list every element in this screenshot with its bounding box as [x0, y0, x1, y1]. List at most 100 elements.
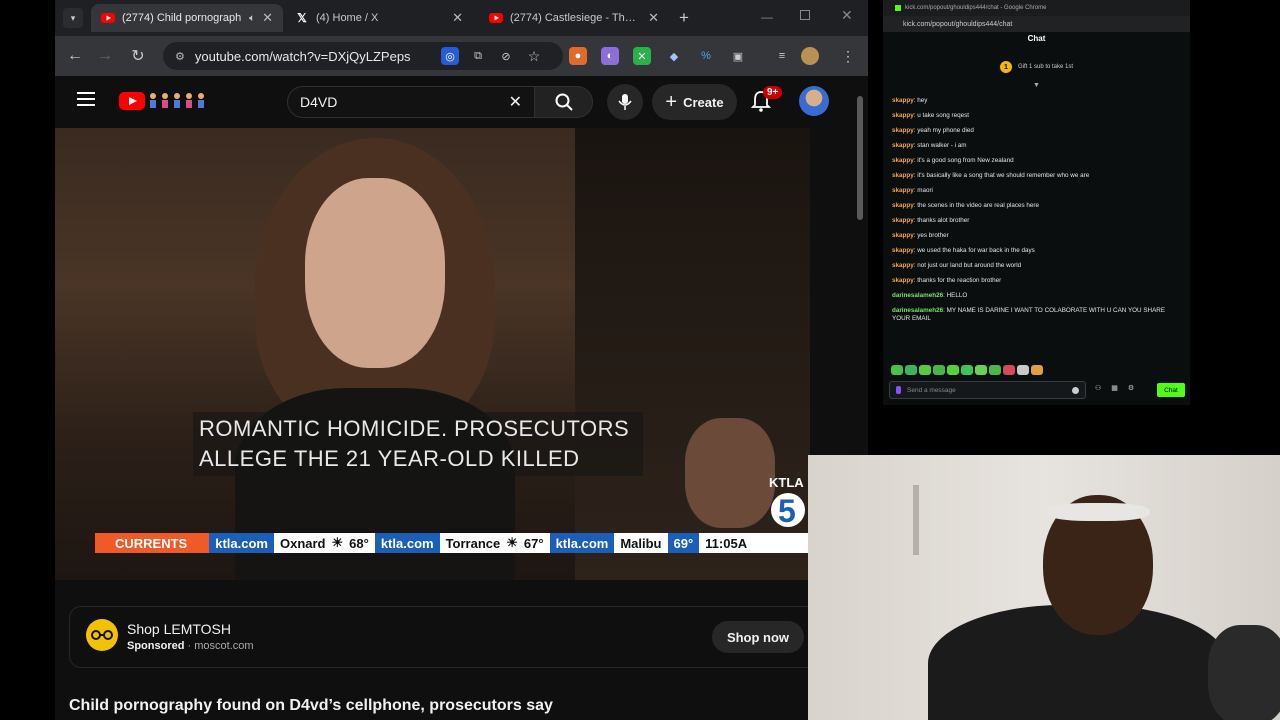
emote-icon[interactable] [947, 365, 959, 375]
chat-username[interactable]: skappy [892, 112, 914, 119]
chat-message: skappy: we used the haka for war back in… [892, 247, 1184, 255]
close-tab-icon[interactable]: ✕ [648, 10, 659, 26]
chat-username[interactable]: skappy [892, 262, 914, 269]
account-avatar[interactable] [799, 86, 829, 116]
emote-icon[interactable] [933, 365, 945, 375]
tab-title: (2774) Child pornograph [122, 12, 242, 24]
chat-text: thanks alot brother [917, 217, 970, 224]
news-ticker: CURRENTS ktla.com Oxnard ☀ 68° ktla.com … [95, 533, 810, 553]
translate-icon[interactable]: ◎ [441, 47, 459, 65]
chat-username[interactable]: skappy [892, 157, 914, 164]
chat-url-bar[interactable]: kick.com/popout/ghouldips444/chat [883, 16, 1190, 32]
chat-message: skappy: it's basically like a song that … [892, 172, 1184, 180]
search-input[interactable]: D4VD ✕ [287, 86, 535, 118]
chat-badge-icon [896, 386, 901, 394]
chevron-down-icon: ▾ [70, 12, 76, 23]
emote-icon[interactable] [989, 365, 1001, 375]
tab-castlesiege[interactable]: (2774) Castlesiege - The Co ✕ [479, 4, 669, 32]
chat-username[interactable]: skappy [892, 187, 914, 194]
cast-icon[interactable]: ⧉ [469, 47, 487, 65]
maximize-button[interactable] [800, 10, 810, 20]
media-queue-icon[interactable]: ≡ [773, 47, 791, 65]
close-window-button[interactable]: ✕ [841, 7, 853, 24]
youtube-logo[interactable] [119, 92, 208, 110]
blue-extension-icon[interactable]: % [697, 47, 715, 65]
voice-search-button[interactable] [607, 84, 643, 120]
forward-button[interactable]: → [95, 46, 115, 66]
shop-now-button[interactable]: Shop now [712, 621, 804, 653]
chat-url: kick.com/popout/ghouldips444/chat [903, 20, 1013, 28]
chat-username[interactable]: skappy [892, 277, 914, 284]
clear-search-icon[interactable]: ✕ [509, 92, 522, 112]
tab-title: (4) Home / X [316, 12, 379, 24]
url-text: youtube.com/watch?v=DXjQyLZPeps [194, 48, 411, 64]
tab-strip: ▾ (2774) Child pornograph 🔈︎ ✕ 𝕏 (4) Hom… [55, 0, 868, 36]
chat-message-input[interactable]: Send a message [889, 381, 1086, 399]
emote-icon[interactable] [975, 365, 987, 375]
tab-youtube-video[interactable]: (2774) Child pornograph 🔈︎ ✕ [91, 4, 283, 32]
close-tab-icon[interactable]: ✕ [262, 10, 273, 26]
eye-off-icon[interactable]: ⊘ [497, 47, 515, 65]
kebab-menu-icon[interactable]: ⋮ [839, 47, 857, 65]
close-tab-icon[interactable]: ✕ [452, 10, 463, 26]
chair-back [1208, 625, 1280, 720]
emote-icon[interactable] [905, 365, 917, 375]
search-button[interactable] [535, 86, 593, 118]
arrow-left-icon: ← [67, 47, 83, 64]
ad-meta: Sponsored · moscot.com [127, 640, 254, 652]
youtube-favicon-icon [489, 11, 503, 25]
profile-avatar-icon[interactable] [801, 47, 819, 65]
back-button[interactable]: ← [65, 46, 85, 66]
chat-text: not just our land but around the world [917, 262, 1022, 269]
sponsored-ad-card[interactable]: Shop LEMTOSH Sponsored · moscot.com Shop… [69, 606, 829, 668]
fox-extension-icon[interactable]: ● [569, 47, 587, 65]
chat-username[interactable]: skappy [892, 202, 914, 209]
chat-username[interactable]: skappy [892, 127, 914, 134]
ad-sponsored-label: Sponsored [127, 640, 185, 652]
shield-extension-icon[interactable]: ◆ [665, 47, 683, 65]
chat-username[interactable]: skappy [892, 142, 914, 149]
puzzle-icon[interactable]: ▣ [729, 47, 747, 65]
emote-icon[interactable] [919, 365, 931, 375]
browser-window: ▾ (2774) Child pornograph 🔈︎ ✕ 𝕏 (4) Hom… [55, 0, 868, 720]
settings-gear-icon[interactable]: ⚙ [1128, 384, 1134, 392]
chat-username[interactable]: skappy [892, 232, 914, 239]
emote-icon[interactable] [1003, 365, 1015, 375]
emote-icon[interactable] [961, 365, 973, 375]
tab-search-button[interactable]: ▾ [63, 8, 83, 28]
notifications-button[interactable]: 9+ [750, 86, 783, 114]
ktla-number: 5 [778, 493, 796, 529]
doodle-figures-icon [150, 93, 204, 108]
green-extension-icon[interactable]: ✕ [633, 47, 651, 65]
hamburger-menu-icon[interactable] [77, 92, 95, 106]
reload-button[interactable]: ↻ [128, 46, 148, 66]
chat-username[interactable]: darinesalameh26 [892, 307, 943, 314]
notification-badge: 9+ [763, 86, 783, 99]
poll-icon[interactable]: ⚇ [1095, 384, 1101, 392]
emoji-icon[interactable] [1072, 386, 1079, 394]
sun-icon: ☀ [331, 535, 344, 550]
emote-icon[interactable] [1017, 365, 1029, 375]
bookmark-star-icon[interactable]: ☆ [525, 47, 543, 65]
new-tab-button[interactable]: + [679, 8, 689, 28]
gift-sub-banner[interactable]: 1 Gift 1 sub to take 1st [883, 60, 1190, 74]
tab-x-home[interactable]: 𝕏 (4) Home / X ✕ [285, 4, 473, 32]
purple-extension-icon[interactable]: ◐ [601, 47, 619, 65]
create-button[interactable]: + Create [652, 84, 737, 120]
tab-title: (2774) Castlesiege - The Co [510, 12, 642, 24]
page-scrollbar[interactable] [857, 96, 863, 220]
chat-username[interactable]: skappy [892, 217, 914, 224]
chat-send-button[interactable]: Chat [1157, 383, 1185, 397]
emote-icon[interactable] [1031, 365, 1043, 375]
store-icon[interactable]: ▦ [1111, 384, 1118, 392]
minimize-button[interactable]: — [761, 10, 773, 24]
chat-username[interactable]: skappy [892, 97, 914, 104]
chat-text: we used the haka for war back in the day… [917, 247, 1035, 254]
chat-username[interactable]: skappy [892, 247, 914, 254]
video-player[interactable] [55, 128, 810, 580]
chat-username[interactable]: darinesalameh26 [892, 292, 943, 299]
youtube-play-icon [119, 92, 145, 110]
emote-icon[interactable] [891, 365, 903, 375]
chat-message: darinesalameh26: MY NAME IS DARINE I WAN… [892, 307, 1184, 322]
chat-username[interactable]: skappy [892, 172, 914, 179]
